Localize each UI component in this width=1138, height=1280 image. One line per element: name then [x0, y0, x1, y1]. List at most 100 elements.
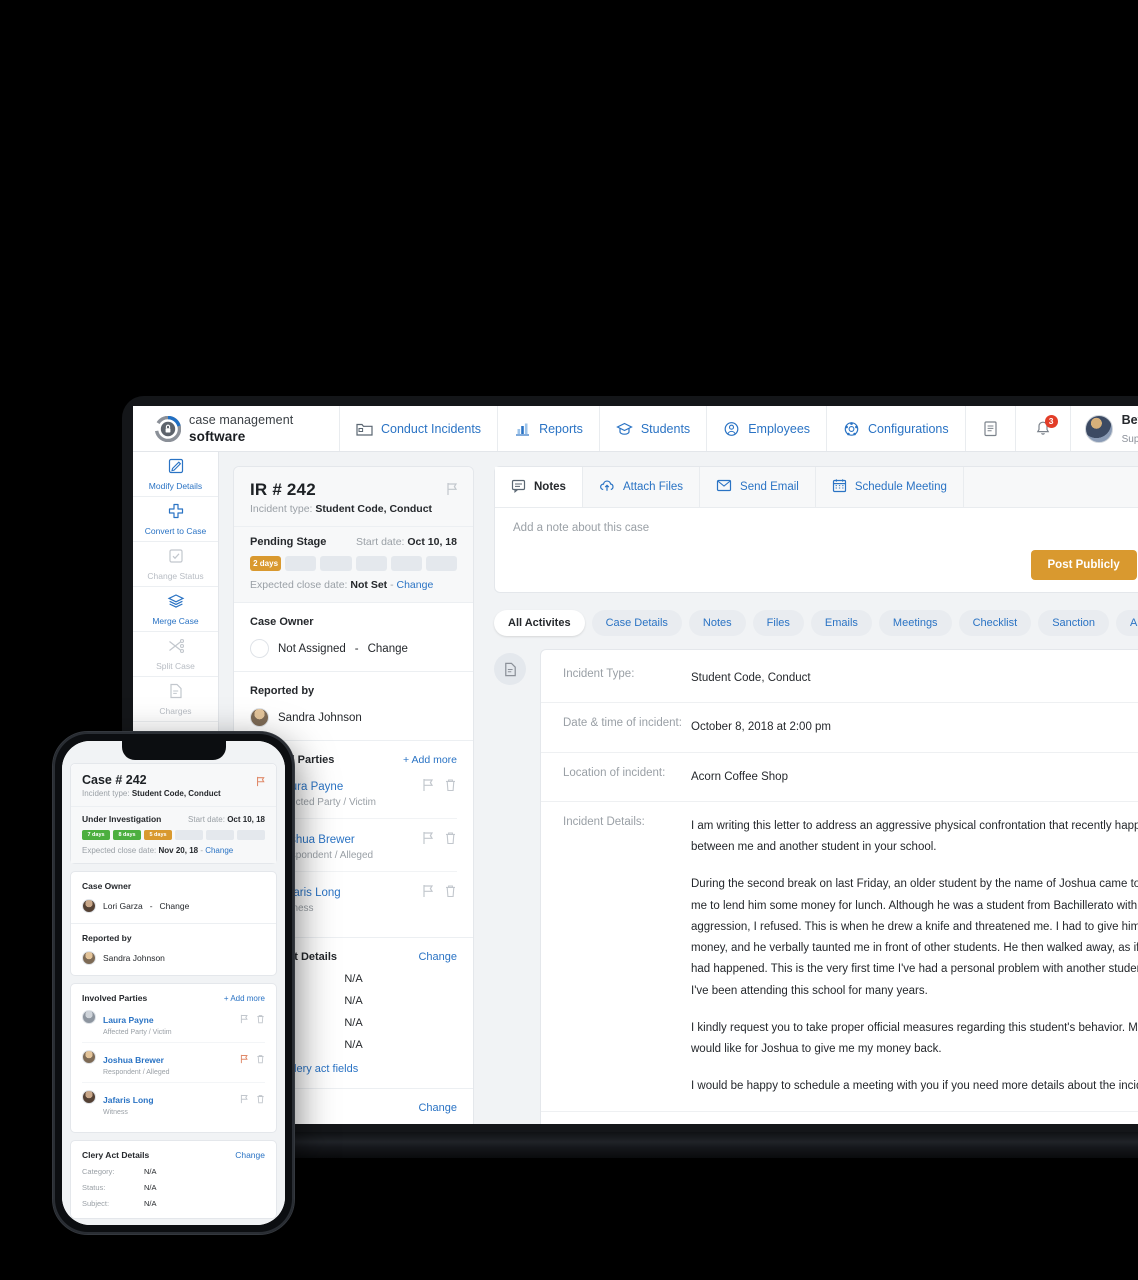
delete-icon[interactable]: [444, 831, 457, 850]
nav-item-conduct-incidents[interactable]: Conduct Incidents: [340, 406, 499, 451]
add-more-party-button[interactable]: + Add more: [403, 754, 457, 766]
party-name[interactable]: Joshua Brewer: [103, 1055, 164, 1065]
delete-icon[interactable]: [256, 1011, 265, 1029]
phone-reported-by-row: Sandra Johnson: [82, 951, 265, 965]
activity-tab[interactable]: Appeal: [1116, 610, 1138, 636]
stage-segment: [175, 830, 203, 840]
detail-label: Location of incident:: [563, 766, 666, 779]
avatar: [82, 1010, 96, 1024]
clery-change-link[interactable]: Change: [418, 951, 457, 963]
rail-item-charges[interactable]: Charges: [133, 677, 218, 722]
clery-value: N/A: [144, 1167, 157, 1176]
activity-tab[interactable]: Checklist: [958, 610, 1032, 636]
party-info: Joshua Brewer Respondent / Alleged: [278, 830, 413, 861]
post-publicly-button[interactable]: Post Publicly: [1030, 550, 1137, 580]
lock-shield-icon: [154, 415, 182, 442]
delete-icon[interactable]: [444, 884, 457, 903]
party-info: Jafaris Long Witness: [103, 1090, 233, 1116]
phone-reported-by-section: Reported by Sandra Johnson: [71, 924, 276, 975]
list-item[interactable]: Laura Payne Affected Party / Victim: [82, 1003, 265, 1043]
phone-clery-change-link[interactable]: Change: [235, 1150, 265, 1160]
delete-icon[interactable]: [444, 778, 457, 797]
party-role: Affected Party / Victim: [278, 797, 377, 808]
nav-item-employees[interactable]: Employees: [707, 406, 828, 451]
nav-item-configurations[interactable]: Configurations: [827, 406, 966, 451]
dash: -: [149, 901, 153, 911]
rail-item-split-case[interactable]: Split Case: [133, 632, 218, 677]
tab-attach-files[interactable]: Attach Files: [583, 467, 701, 507]
clery-key: Category:: [82, 1167, 115, 1176]
document-icon: [167, 682, 185, 705]
user-profile-menu[interactable]: Beverly Super Ad: [1071, 406, 1138, 451]
details-change-link[interactable]: Change: [418, 1102, 457, 1114]
nav-item-clipboard[interactable]: [966, 406, 1016, 451]
stage-segment: [425, 556, 458, 571]
delete-icon[interactable]: [256, 1051, 265, 1069]
tab-send-email[interactable]: Send Email: [700, 467, 816, 507]
stage-segment: [355, 556, 387, 571]
party-role: Affected Party / Victim: [103, 1029, 172, 1036]
tab-schedule-meeting[interactable]: Schedule Meeting: [816, 467, 964, 507]
phone-case-owner-change[interactable]: Change: [160, 901, 190, 911]
activity-tab[interactable]: All Activites: [494, 610, 585, 636]
tab-label: Schedule Meeting: [854, 481, 947, 493]
flag-icon[interactable]: [240, 1051, 249, 1069]
flag-icon[interactable]: [422, 831, 435, 850]
party-name[interactable]: Laura Payne: [103, 1015, 154, 1025]
stage-segment: [390, 556, 422, 571]
flag-icon[interactable]: [256, 774, 266, 792]
phone-expected-close-change[interactable]: Change: [205, 846, 233, 855]
brand-logo[interactable]: case management software: [133, 406, 340, 451]
avatar: [250, 639, 269, 658]
phone-start-date-label: Start date:: [188, 815, 225, 824]
activity-tab[interactable]: Emails: [810, 610, 872, 636]
party-name[interactable]: Jafaris Long: [103, 1095, 154, 1105]
nav-item-students[interactable]: Students: [600, 406, 708, 451]
rail-item-merge-case[interactable]: Merge Case: [133, 587, 218, 632]
phone-reported-by-value: Sandra Johnson: [103, 953, 165, 963]
nav-item-reports[interactable]: Reports: [498, 406, 600, 451]
party-actions: [422, 830, 457, 850]
expected-close-change-link[interactable]: Change: [397, 579, 434, 591]
clery-key: Subject:: [82, 1199, 110, 1208]
note-placeholder: Add a note about this case: [513, 522, 650, 534]
flag-icon[interactable]: [446, 482, 459, 501]
detail-value: October 8, 2018 at 2:00 pm: [691, 721, 832, 734]
phone-case-card: Case # 242 Incident type: Student Code, …: [70, 763, 277, 864]
flag-icon[interactable]: [422, 778, 435, 797]
note-input-area[interactable]: Add a note about this case Post Publicly…: [495, 508, 1138, 592]
case-owner-row: Not Assigned - Change: [250, 639, 457, 658]
activity-tab[interactable]: Case Details: [591, 610, 682, 636]
tab-notes[interactable]: Notes: [495, 467, 583, 507]
phone-add-more-party-button[interactable]: + Add more: [224, 994, 265, 1003]
flag-icon[interactable]: [240, 1011, 249, 1029]
nav-item-notifications[interactable]: 3: [1016, 406, 1071, 451]
flag-icon[interactable]: [240, 1091, 249, 1109]
clery-value: N/A: [144, 1183, 157, 1192]
cloud-upload-icon: [599, 479, 615, 496]
detail-paragraph: During the second break on last Friday, …: [691, 878, 1138, 997]
rail-item-modify-details[interactable]: Modify Details: [133, 452, 218, 497]
phone-involved-parties-card: Involved Parties + Add more Laura Payne A…: [70, 983, 277, 1133]
case-owner-change-link[interactable]: Change: [368, 643, 408, 655]
phone-start-date: Start date: Oct 10, 18: [188, 815, 265, 824]
activity-tab[interactable]: Notes: [688, 610, 746, 636]
phone-stage-segments: 7 days 8 days 5 days: [82, 830, 265, 840]
activity-tab[interactable]: Meetings: [878, 610, 952, 636]
list-item[interactable]: Joshua Brewer Respondent / Alleged: [82, 1043, 265, 1083]
phone-expected-close-value: Nov 20, 18: [158, 846, 199, 855]
flag-icon[interactable]: [422, 884, 435, 903]
detail-row: Incident Type: Student Code, Conduct: [541, 654, 1138, 704]
phone-case-header: Case # 242 Incident type: Student Code, …: [71, 764, 276, 807]
list-item[interactable]: Jafaris Long Witness: [82, 1083, 265, 1122]
activity-tab[interactable]: Sanction: [1038, 610, 1109, 636]
delete-icon[interactable]: [256, 1091, 265, 1109]
rail-item-change-status[interactable]: Change Status: [133, 542, 218, 587]
party-actions: [422, 777, 457, 797]
expected-close-date: Expected close date: Not Set - Change: [250, 579, 434, 591]
rail-item-convert-to-case[interactable]: Convert to Case: [133, 497, 218, 542]
calendar-icon: [832, 478, 847, 496]
activity-tab[interactable]: Files: [752, 610, 804, 636]
briefcase-person-icon: [723, 421, 740, 437]
notes-tabs: Notes Attach Files Send Email Schedule M…: [495, 467, 1138, 508]
